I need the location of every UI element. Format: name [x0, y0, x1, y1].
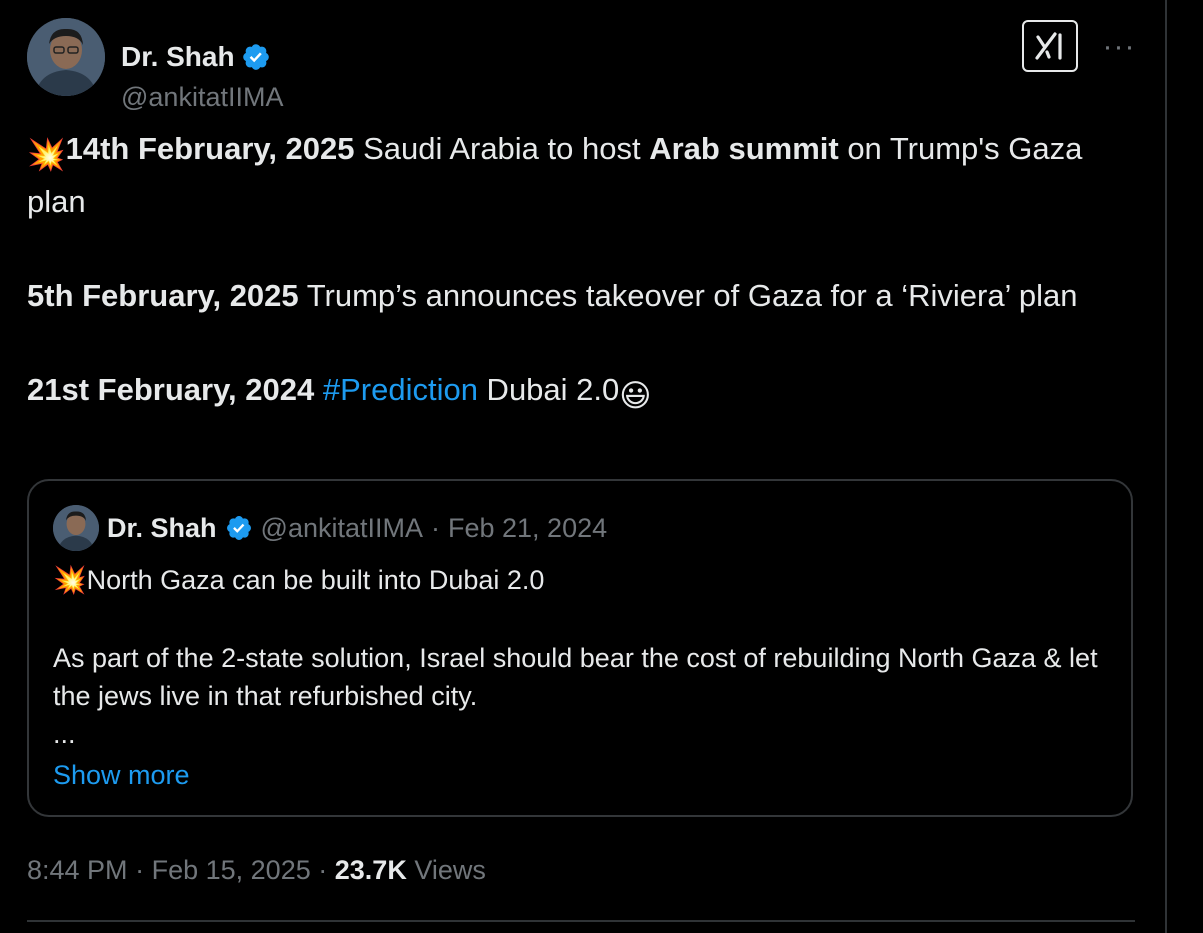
quote-text-1: North Gaza can be built into Dubai 2.0 — [86, 565, 545, 595]
more-options-icon[interactable]: ··· — [1099, 32, 1139, 62]
quote-author-handle: @ankitatIIMA — [260, 512, 423, 543]
tweet-bold-1: Arab summit — [649, 131, 839, 166]
tweet-header: Dr. Shah @ankitatIIMA ··· — [27, 18, 1139, 112]
tweet-date-1: 14th February, 2025 — [65, 131, 355, 166]
quote-body: 💥North Gaza can be built into Dubai 2.0 … — [53, 561, 1113, 753]
smiley-emoji: 😃 — [619, 378, 652, 413]
tweet-date[interactable]: Feb 15, 2025 — [152, 855, 311, 885]
tweet-line-3: 21st February, 2024 #Prediction Dubai 2.… — [27, 366, 1137, 419]
quote-line-2: As part of the 2-state solution, Israel … — [53, 643, 1098, 711]
verified-badge-icon — [241, 42, 271, 72]
tweet-meta: 8:44 PM · Feb 15, 2025 · 23.7K Views — [27, 852, 486, 888]
tweet-date-3: 21st February, 2024 — [27, 372, 315, 407]
divider — [27, 920, 1135, 922]
views-label: Views — [414, 855, 486, 885]
tweet-page: Dr. Shah @ankitatIIMA ··· 💥14th February… — [0, 0, 1203, 933]
column-divider — [1165, 0, 1167, 933]
collision-emoji: 💥 — [53, 565, 87, 595]
quote-line-1: 💥North Gaza can be built into Dubai 2.0 — [53, 561, 1113, 599]
verified-badge-icon — [225, 514, 253, 542]
tweet-text-1a: Saudi Arabia to host — [354, 131, 650, 166]
separator-dot: · — [135, 855, 145, 885]
grok-icon — [1035, 32, 1062, 60]
collision-emoji: 💥 — [27, 137, 66, 172]
tweet-text-2: Trump’s announces takeover of Gaza for a… — [298, 278, 1078, 313]
author-handle[interactable]: @ankitatIIMA — [121, 80, 283, 114]
avatar-image — [53, 505, 99, 551]
quote-date: Feb 21, 2024 — [448, 512, 608, 543]
tweet-line-2: 5th February, 2025 Trump’s announces tak… — [27, 272, 1137, 319]
author-avatar[interactable] — [27, 18, 105, 96]
tweet-time[interactable]: 8:44 PM — [27, 855, 128, 885]
separator-dot: · — [318, 855, 328, 885]
views-count: 23.7K — [334, 855, 407, 885]
hashtag-link[interactable]: #Prediction — [323, 372, 478, 407]
quote-header: Dr. Shah @ankitatIIMA · Feb 21, 2024 — [107, 511, 607, 545]
quote-ellipsis: ... — [53, 719, 76, 749]
avatar-image — [27, 18, 105, 96]
show-more-link[interactable]: Show more — [53, 756, 190, 794]
quote-author-name: Dr. Shah — [107, 512, 217, 543]
tweet-text-3: Dubai 2.0 — [477, 372, 620, 407]
author-name-row: Dr. Shah — [121, 40, 271, 74]
grok-button[interactable] — [1022, 20, 1078, 72]
tweet-text: 💥14th February, 2025 Saudi Arabia to hos… — [27, 125, 1137, 419]
tweet-line-1: 💥14th February, 2025 Saudi Arabia to hos… — [27, 125, 1137, 225]
quoted-tweet-card[interactable]: Dr. Shah @ankitatIIMA · Feb 21, 2024 💥No… — [27, 479, 1133, 817]
author-name[interactable]: Dr. Shah — [121, 40, 235, 74]
quote-author-avatar — [53, 505, 99, 551]
tweet-date-2: 5th February, 2025 — [27, 278, 299, 313]
separator-dot: · — [431, 512, 440, 543]
